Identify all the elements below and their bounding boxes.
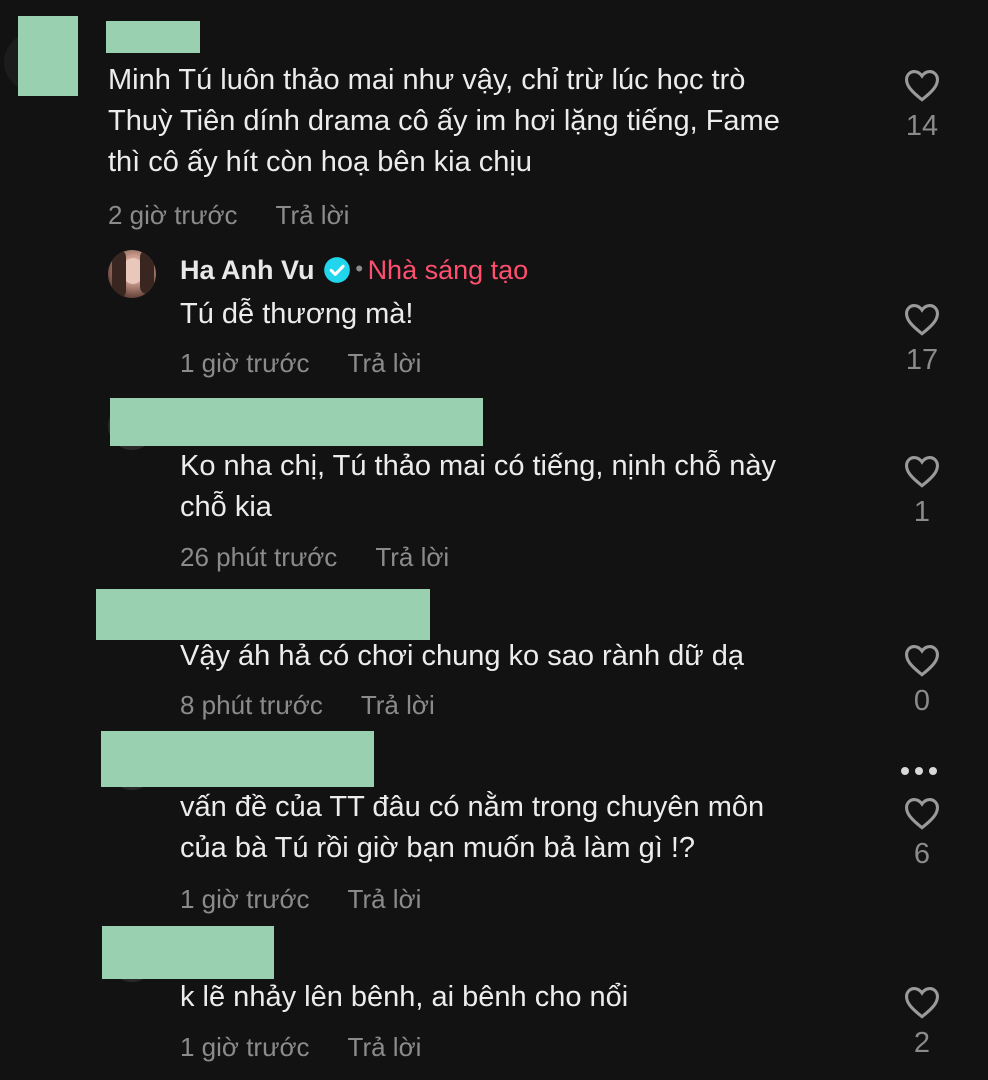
comment-text: Ko nha chị, Tú thảo mai có tiếng, nịnh c… <box>180 450 776 523</box>
comment-header: Ha Anh Vu • Nhà sáng tạo <box>180 255 529 285</box>
like-count: 2 <box>913 1027 931 1059</box>
timestamp: 1 giờ trước <box>180 348 310 378</box>
comment-text: k lẽ nhảy lên bênh, ai bênh cho nổi <box>180 981 629 1013</box>
timestamp: 26 phút trước <box>180 542 338 572</box>
like-count: 6 <box>913 838 931 870</box>
creator-badge: Nhà sáng tạo <box>367 255 529 285</box>
comment-meta: 1 giờ trước Trả lời <box>180 884 421 915</box>
comment-meta: 26 phút trước Trả lời <box>180 542 449 573</box>
like-button[interactable]: 0 <box>892 643 952 718</box>
redacted-username <box>102 926 274 979</box>
like-button[interactable]: 17 <box>892 302 952 377</box>
reply-button[interactable]: Trả lời <box>276 200 350 230</box>
comment-meta: 8 phút trước Trả lời <box>180 690 435 721</box>
like-button[interactable]: 1 <box>892 454 952 529</box>
like-button[interactable]: 2 <box>892 985 952 1060</box>
like-button[interactable]: 6 <box>892 796 952 871</box>
comment-text: Tú dễ thương mà! <box>180 298 414 330</box>
heart-icon <box>904 456 940 488</box>
reply-button[interactable]: Trả lời <box>375 542 449 572</box>
verified-icon <box>324 257 350 283</box>
heart-icon <box>904 304 940 336</box>
redacted-username <box>101 731 374 787</box>
heart-icon <box>904 70 940 102</box>
heart-icon <box>904 987 940 1019</box>
redacted-username <box>96 589 430 640</box>
heart-icon <box>904 798 940 830</box>
comment-text: vấn đề của TT đâu có nằm trong chuyên mô… <box>180 791 765 864</box>
reply-button[interactable]: Trả lời <box>348 348 422 378</box>
avatar[interactable] <box>108 250 156 298</box>
redacted-username <box>110 398 483 446</box>
comment-meta: 1 giờ trước Trả lời <box>180 348 421 379</box>
comment-text: Vậy áh hả có chơi chung ko sao rành dữ d… <box>180 640 745 672</box>
more-icon[interactable] <box>898 762 940 780</box>
reply-button[interactable]: Trả lời <box>361 690 435 720</box>
like-count: 0 <box>913 685 931 717</box>
like-count: 14 <box>905 110 939 142</box>
timestamp: 8 phút trước <box>180 690 323 720</box>
timestamp: 1 giờ trước <box>180 884 310 914</box>
redacted-avatar <box>18 16 78 96</box>
comment-meta: 2 giờ trước Trả lời <box>108 200 349 231</box>
timestamp: 1 giờ trước <box>180 1032 310 1062</box>
reply-button[interactable]: Trả lời <box>348 884 422 914</box>
heart-icon <box>904 645 940 677</box>
timestamp: 2 giờ trước <box>108 200 238 230</box>
author-name[interactable]: Ha Anh Vu <box>180 255 315 285</box>
like-count: 17 <box>905 344 939 376</box>
like-count: 1 <box>913 496 931 528</box>
reply-button[interactable]: Trả lời <box>348 1032 422 1062</box>
like-button[interactable]: 14 <box>892 68 952 143</box>
comment-meta: 1 giờ trước Trả lời <box>180 1032 421 1063</box>
comment-text: Minh Tú luôn thảo mai như vậy, chỉ trừ l… <box>108 64 780 178</box>
redacted-username <box>106 21 200 53</box>
